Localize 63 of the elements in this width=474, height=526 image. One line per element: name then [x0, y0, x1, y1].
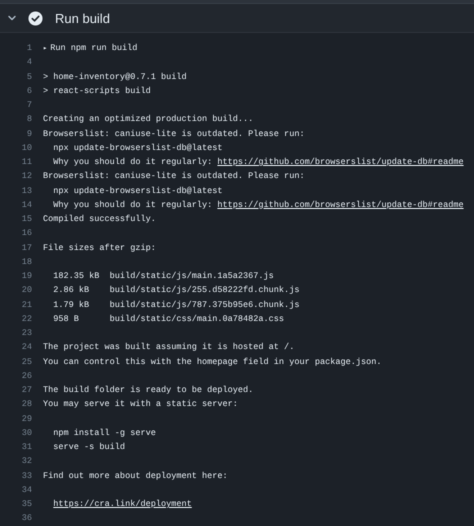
line-number: 35 — [20, 499, 32, 510]
line-number: 8 — [26, 114, 32, 124]
line-number: 31 — [20, 442, 32, 452]
log-link[interactable]: https://github.com/browserslist/update-db#readme — [217, 157, 464, 168]
log-link[interactable]: https://github.com/browserslist/update-db#readme — [217, 200, 464, 210]
line-number: 13 — [20, 186, 32, 196]
line-number: 32 — [20, 456, 32, 466]
log-text: 182.35 kB build/static/js/main.1a5a2367.js — [52, 271, 274, 282]
chevron-down-icon[interactable] — [7, 13, 17, 23]
log-text: 2.86 kB build/static/js/255.d58222fd.chunk.js — [52, 285, 300, 296]
log-text: npx update-browserslist-db@latest — [52, 186, 223, 196]
log-text: File sizes after gzip: — [43, 242, 156, 253]
line-number: 17 — [20, 242, 32, 253]
line-number: 16 — [20, 228, 32, 238]
log-text: serve -s build — [52, 442, 126, 452]
log-text: Compiled successfully. — [43, 214, 156, 224]
log-link[interactable]: https://cra.link/deployment — [53, 499, 192, 510]
line-number: 6 — [26, 86, 32, 96]
line-number: 7 — [26, 100, 32, 110]
log-text: You may serve it with a static server: — [43, 399, 238, 410]
line-number: 18 — [20, 256, 32, 267]
log-text: npm install -g serve — [52, 428, 156, 438]
line-number: 15 — [20, 214, 32, 224]
log-text: Browserslist: caniuse-lite is outdated. Please run: — [43, 128, 305, 139]
line-number: 4 — [26, 57, 32, 68]
line-number: 25 — [20, 356, 32, 367]
log-text: The project was built assuming it is hosted at /. — [43, 342, 294, 352]
line-number: 10 — [20, 142, 32, 153]
log-text: Why you should do it regularly: — [52, 157, 214, 168]
log-text: Run npm run build — [50, 43, 138, 54]
line-number: 19 — [20, 271, 32, 282]
log-text: npx update-browserslist-db@latest — [52, 142, 223, 153]
line-number: 22 — [20, 314, 32, 324]
log-text: Creating an optimized production build... — [43, 114, 254, 124]
log-text: Browserslist: caniuse-lite is outdated. Please run: — [43, 171, 305, 182]
log-text: > react-scripts build — [43, 86, 151, 96]
line-number: 20 — [20, 285, 32, 296]
line-number: 30 — [20, 428, 32, 438]
line-number: 33 — [20, 470, 32, 481]
line-number: 12 — [20, 171, 32, 182]
line-number: 11 — [20, 157, 32, 168]
log-text: Find out more about deployment here: — [43, 470, 228, 481]
log-text: > home-inventory@0.7.1 build — [43, 72, 187, 82]
line-number: 23 — [20, 328, 32, 338]
line-number: 21 — [20, 300, 32, 310]
log-text: Why you should do it regularly: — [52, 200, 214, 210]
line-number: 5 — [26, 72, 32, 82]
line-number: 26 — [20, 370, 32, 381]
step-header[interactable]: Run build — [0, 4, 474, 33]
log-text: 1.79 kB build/static/js/787.375b95e6.chunk.js — [52, 300, 300, 310]
step-title: Run build — [55, 10, 110, 26]
line-number: 36 — [20, 513, 32, 524]
line-number: 14 — [20, 200, 32, 210]
line-number: 28 — [20, 399, 32, 410]
line-number: 27 — [20, 385, 32, 396]
line-number: 24 — [20, 342, 32, 352]
log-text: 958 B build/static/css/main.0a78482a.css — [52, 314, 284, 324]
line-number: 1 — [26, 43, 32, 54]
log-text: The build folder is ready to be deployed. — [43, 385, 254, 396]
line-number: 9 — [26, 128, 32, 139]
line-number: 29 — [20, 414, 32, 424]
line-number: 34 — [20, 484, 32, 495]
log-text: You can control this with the homepage field in your package.json. — [43, 356, 382, 367]
